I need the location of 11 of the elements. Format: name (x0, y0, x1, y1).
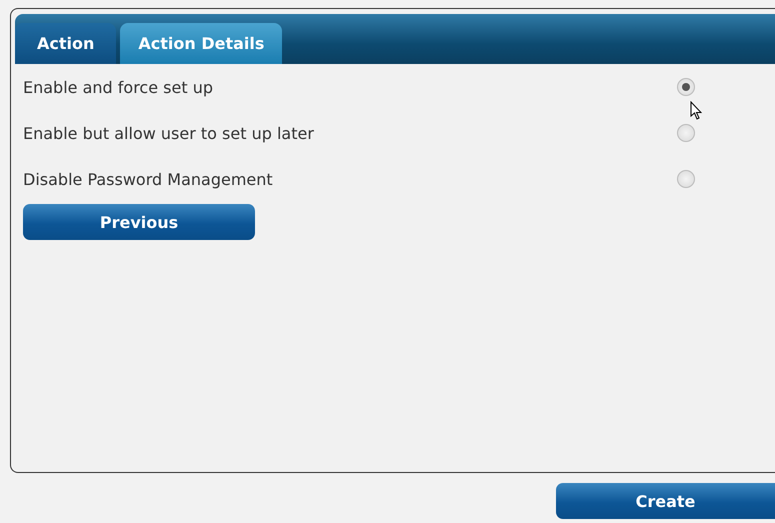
radio-button[interactable] (677, 78, 695, 96)
radio-button[interactable] (677, 170, 695, 188)
option-label: Disable Password Management (23, 170, 274, 188)
tab[interactable]: Action (15, 23, 116, 64)
cursor-icon (690, 101, 702, 120)
previous-button[interactable]: Previous (23, 204, 255, 240)
tab[interactable]: Action Details (120, 23, 282, 64)
option-label: Enable and force set up (23, 78, 214, 96)
create-button[interactable]: Create (556, 483, 775, 519)
radio-button[interactable] (677, 124, 695, 142)
option-label: Enable but allow user to set up later (23, 124, 315, 142)
